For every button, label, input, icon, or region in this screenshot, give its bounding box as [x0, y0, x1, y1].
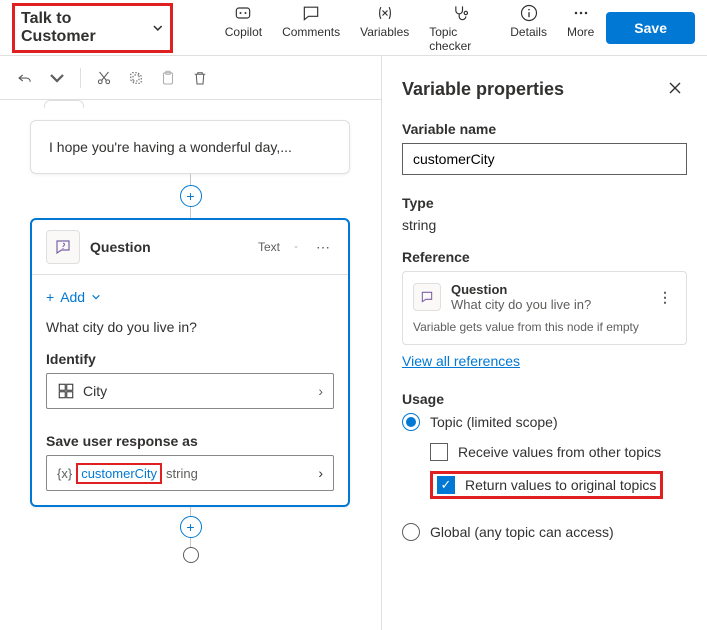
close-icon: [667, 80, 683, 96]
info-icon: [519, 3, 539, 23]
identify-label: Identify: [46, 351, 334, 367]
question-icon: [413, 283, 441, 311]
top-bar: Talk to Customer Copilot Comments Variab…: [0, 0, 707, 56]
topic-name-text: Talk to Customer: [21, 10, 146, 46]
usage-global-label: Global (any topic can access): [430, 524, 614, 540]
usage-global-radio[interactable]: Global (any topic can access): [402, 523, 687, 541]
more-label: More: [567, 25, 594, 39]
add-node-button[interactable]: +: [180, 185, 202, 207]
radio-icon: [402, 523, 420, 541]
chevron-down-icon[interactable]: [290, 241, 302, 253]
add-node-button[interactable]: +: [180, 516, 202, 538]
save-as-label: Save user response as: [46, 433, 334, 449]
canvas: I hope you're having a wonderful day,...…: [0, 56, 382, 630]
question-icon: [46, 230, 80, 264]
variable-type: string: [166, 466, 198, 481]
comment-icon: [301, 3, 321, 23]
view-all-references-link[interactable]: View all references: [402, 353, 520, 369]
variable-icon: {x}: [57, 466, 72, 481]
chevron-down-icon: [152, 22, 164, 34]
details-label: Details: [510, 25, 547, 39]
usage-topic-radio[interactable]: Topic (limited scope): [402, 413, 687, 431]
type-label: Type: [402, 195, 687, 211]
paste-icon[interactable]: [159, 69, 177, 87]
node-menu-button[interactable]: ⋯: [312, 239, 334, 256]
topic-name[interactable]: Talk to Customer: [12, 3, 173, 53]
usage-topic-label: Topic (limited scope): [430, 414, 558, 430]
close-button[interactable]: [663, 76, 687, 103]
more-button[interactable]: More: [567, 3, 594, 53]
return-values-checkbox[interactable]: ✓ Return values to original topics: [430, 471, 687, 499]
panel-title: Variable properties: [402, 79, 663, 100]
details-button[interactable]: Details: [510, 3, 547, 53]
end-marker: [183, 547, 199, 563]
topic-checker-label: Topic checker: [429, 25, 490, 53]
variables-label: Variables: [360, 25, 409, 39]
copilot-button[interactable]: Copilot: [225, 3, 262, 53]
variables-button[interactable]: Variables: [360, 3, 409, 53]
topic-checker-button[interactable]: Topic checker: [429, 3, 490, 53]
variables-icon: [375, 3, 395, 23]
question-node[interactable]: Question Text ⋯ + Add What city do you l…: [30, 218, 350, 507]
delete-icon[interactable]: [191, 69, 209, 87]
variable-name-label: Variable name: [402, 121, 687, 137]
plus-icon: +: [46, 289, 54, 305]
cut-icon[interactable]: [95, 69, 113, 87]
identify-value: City: [83, 383, 107, 399]
checkbox-icon: [430, 443, 448, 461]
message-text: I hope you're having a wonderful day,...: [49, 139, 331, 155]
usage-label: Usage: [402, 391, 687, 407]
add-label: Add: [60, 289, 85, 305]
receive-values-checkbox[interactable]: Receive values from other topics: [430, 443, 687, 461]
message-node[interactable]: I hope you're having a wonderful day,...: [30, 120, 350, 174]
question-prompt[interactable]: What city do you live in?: [46, 319, 334, 335]
variable-name: customerCity: [76, 463, 162, 484]
reference-note: Variable gets value from this node if em…: [413, 320, 676, 334]
save-button[interactable]: Save: [606, 12, 695, 44]
chevron-down-icon: [91, 292, 101, 302]
return-values-label: Return values to original topics: [465, 477, 656, 493]
reference-card[interactable]: Question What city do you live in? ⋮ Var…: [402, 271, 687, 345]
reference-subtitle: What city do you live in?: [451, 297, 644, 312]
reference-label: Reference: [402, 249, 687, 265]
reference-menu-button[interactable]: ⋮: [654, 289, 676, 306]
variable-name-input[interactable]: [402, 143, 687, 175]
more-icon: [571, 3, 591, 23]
comments-label: Comments: [282, 25, 340, 39]
checkbox-icon: ✓: [437, 476, 455, 494]
stethoscope-icon: [450, 3, 470, 23]
radio-icon: [402, 413, 420, 431]
receive-values-label: Receive values from other topics: [458, 444, 661, 460]
type-value: string: [402, 217, 687, 233]
question-type: Text: [258, 240, 280, 254]
chevron-right-icon: ›: [318, 383, 323, 399]
comments-button[interactable]: Comments: [282, 3, 340, 53]
chevron-right-icon: ›: [318, 465, 323, 481]
question-title: Question: [90, 239, 248, 255]
reference-title: Question: [451, 282, 644, 297]
entity-icon: [57, 382, 75, 400]
identify-select[interactable]: City ›: [46, 373, 334, 409]
toolbar: Copilot Comments Variables Topic checker…: [225, 3, 595, 53]
copilot-label: Copilot: [225, 25, 262, 39]
add-button[interactable]: + Add: [46, 289, 334, 305]
undo-icon[interactable]: [16, 69, 34, 87]
variable-select[interactable]: {x} customerCity string ›: [46, 455, 334, 491]
variable-properties-panel: Variable properties Variable name Type s…: [382, 56, 707, 630]
canvas-toolbar: [0, 56, 381, 100]
chevron-down-icon[interactable]: [48, 69, 66, 87]
copilot-icon: [233, 3, 253, 23]
copy-icon[interactable]: [127, 69, 145, 87]
